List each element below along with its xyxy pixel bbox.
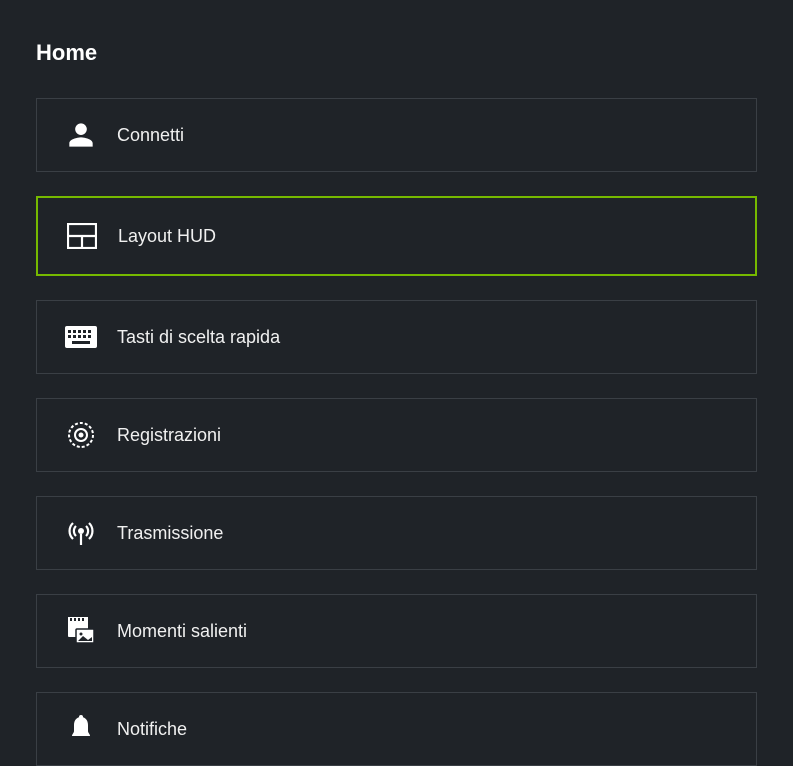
menu-list: Connetti Layout HUD xyxy=(36,98,757,766)
menu-item-label: Notifiche xyxy=(117,719,187,740)
menu-item-label: Connetti xyxy=(117,125,184,146)
menu-item-label: Registrazioni xyxy=(117,425,221,446)
keyboard-icon xyxy=(65,321,97,353)
person-icon xyxy=(65,119,97,151)
menu-item-highlights[interactable]: Momenti salienti xyxy=(36,594,757,668)
broadcast-icon xyxy=(65,517,97,549)
menu-item-recordings[interactable]: Registrazioni xyxy=(36,398,757,472)
menu-item-layout-hud[interactable]: Layout HUD xyxy=(36,196,757,276)
record-icon xyxy=(65,419,97,451)
menu-item-connect[interactable]: Connetti xyxy=(36,98,757,172)
layout-icon xyxy=(66,220,98,252)
menu-item-broadcast[interactable]: Trasmissione xyxy=(36,496,757,570)
bell-icon xyxy=(65,713,97,745)
menu-item-notifications[interactable]: Notifiche xyxy=(36,692,757,766)
menu-item-label: Tasti di scelta rapida xyxy=(117,327,280,348)
menu-item-label: Momenti salienti xyxy=(117,621,247,642)
menu-item-keyboard-shortcuts[interactable]: Tasti di scelta rapida xyxy=(36,300,757,374)
page-title: Home xyxy=(36,40,757,66)
menu-item-label: Layout HUD xyxy=(118,226,216,247)
highlights-icon xyxy=(65,615,97,647)
menu-item-label: Trasmissione xyxy=(117,523,223,544)
